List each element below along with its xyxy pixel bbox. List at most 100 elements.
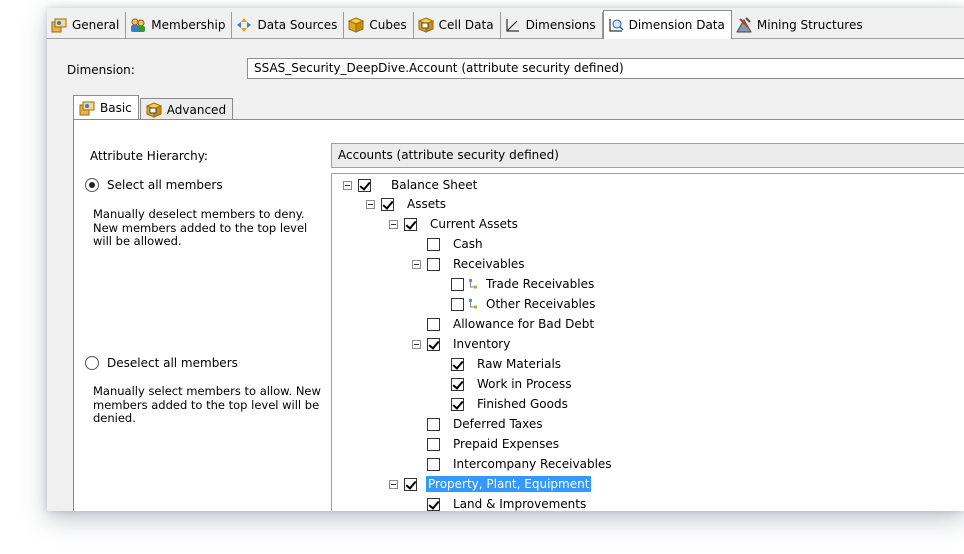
tree-node[interactable]: Inventory xyxy=(412,335,512,353)
tree-node-label: Land & Improvements xyxy=(453,497,587,511)
cell-data-icon xyxy=(417,17,434,33)
member-checkbox[interactable] xyxy=(427,257,440,271)
mining-structures-icon xyxy=(736,17,752,33)
tree-node-label: Deferred Taxes xyxy=(453,417,543,431)
tree-node-label: Raw Materials xyxy=(477,357,562,371)
tree-node[interactable]: Property, Plant, Equipment xyxy=(389,475,592,493)
member-checkbox[interactable] xyxy=(427,317,440,331)
tree-node[interactable]: Finished Goods xyxy=(436,395,570,413)
member-checkbox[interactable] xyxy=(451,277,464,291)
member-checkbox[interactable] xyxy=(451,297,464,311)
tab-label: Data Sources xyxy=(257,18,338,32)
cube-icon xyxy=(348,17,365,33)
tab-cell-data[interactable]: Cell Data xyxy=(414,12,501,38)
general-icon xyxy=(51,18,67,33)
deselect-all-radio[interactable] xyxy=(85,356,99,370)
tree-node[interactable]: Current Assets xyxy=(389,215,520,233)
collapse-icon[interactable] xyxy=(412,259,421,269)
tab-label: Cubes xyxy=(369,18,407,32)
tree-node[interactable]: Balance Sheet xyxy=(343,176,479,194)
tree-node[interactable]: Prepaid Expenses xyxy=(412,435,561,453)
data-sources-icon xyxy=(237,18,252,32)
member-checkbox[interactable] xyxy=(358,178,371,192)
tree-node[interactable]: Work in Process xyxy=(436,375,573,393)
dimension-data-icon xyxy=(609,19,624,32)
tab-label: General xyxy=(72,18,120,32)
tree-node-label: Work in Process xyxy=(477,377,572,391)
collapse-icon[interactable] xyxy=(343,180,352,190)
tab-cubes[interactable]: Cubes xyxy=(344,12,414,38)
general-icon xyxy=(79,101,95,116)
member-checkbox[interactable] xyxy=(451,357,464,371)
leaf-member-icon xyxy=(469,299,477,309)
deselect-all-option[interactable]: Deselect all members xyxy=(85,356,238,370)
tree-node-label: Assets xyxy=(407,197,447,211)
tree-node-label: Cash xyxy=(453,237,483,251)
tab-general[interactable]: General xyxy=(47,12,127,38)
tree-node[interactable]: Assets xyxy=(366,195,448,213)
tab-membership[interactable]: Membership xyxy=(126,12,233,38)
attribute-hierarchy-label: Attribute Hierarchy: xyxy=(90,149,208,163)
member-checkbox[interactable] xyxy=(427,337,440,351)
tree-node-label-selected: Property, Plant, Equipment xyxy=(426,476,592,492)
role-designer-window: General Membership Data Sources Cubes Ce… xyxy=(47,8,964,511)
tab-label: Dimensions xyxy=(525,18,596,32)
member-checkbox[interactable] xyxy=(427,237,440,251)
tree-node[interactable]: Other Receivables xyxy=(436,295,597,313)
dimension-label: Dimension: xyxy=(67,63,135,77)
member-checkbox[interactable] xyxy=(451,397,464,411)
tree-node[interactable]: Allowance for Bad Debt xyxy=(412,315,596,333)
tree-node[interactable]: Raw Materials xyxy=(436,355,563,373)
collapse-icon[interactable] xyxy=(389,479,398,489)
dimensions-icon xyxy=(505,19,519,32)
tab-dimension-data[interactable]: Dimension Data xyxy=(602,10,732,39)
attribute-hierarchy-select[interactable]: Accounts (attribute security defined) xyxy=(331,143,964,168)
member-tree[interactable]: Balance Sheet Assets Current Assets Cash… xyxy=(331,173,964,511)
member-checkbox[interactable] xyxy=(427,457,440,471)
tree-node-label: Intercompany Receivables xyxy=(453,457,612,471)
tab-label: Advanced xyxy=(166,102,227,117)
tree-node[interactable]: Receivables xyxy=(412,255,527,273)
tab-dimensions[interactable]: Dimensions xyxy=(501,12,603,38)
leaf-member-icon xyxy=(469,279,477,289)
tree-node[interactable]: Trade Receivables xyxy=(436,275,596,293)
tab-advanced[interactable]: Advanced xyxy=(139,98,234,120)
tree-node-label: Receivables xyxy=(453,257,525,271)
collapse-icon[interactable] xyxy=(366,199,375,209)
deselect-all-label: Deselect all members xyxy=(107,356,238,370)
designer-tab-bar: General Membership Data Sources Cubes Ce… xyxy=(47,8,964,39)
select-all-label: Select all members xyxy=(107,178,223,192)
tree-node[interactable]: Land & Improvements xyxy=(412,495,588,511)
tab-label: Dimension Data xyxy=(628,18,725,32)
member-checkbox[interactable] xyxy=(381,197,394,211)
select-all-option[interactable]: Select all members xyxy=(85,178,223,192)
tree-node-label: Inventory xyxy=(453,337,511,351)
tree-node[interactable]: Deferred Taxes xyxy=(412,415,545,433)
member-checkbox[interactable] xyxy=(427,417,440,431)
member-checkbox[interactable] xyxy=(427,497,440,511)
tree-node-label: Prepaid Expenses xyxy=(453,437,559,451)
cell-data-icon xyxy=(145,101,162,118)
tab-mining-structures[interactable]: Mining Structures xyxy=(732,12,869,38)
tab-label: Mining Structures xyxy=(756,18,863,32)
select-all-description: Manually deselect members to deny. New m… xyxy=(93,207,308,248)
tree-node-label: Finished Goods xyxy=(477,397,568,411)
tree-node-label: Balance Sheet xyxy=(391,178,478,192)
tab-label: Basic xyxy=(100,101,132,115)
tree-node[interactable]: Intercompany Receivables xyxy=(412,455,614,473)
select-all-radio[interactable] xyxy=(85,178,99,192)
member-checkbox[interactable] xyxy=(404,217,417,231)
tree-node-label: Current Assets xyxy=(430,217,518,231)
member-checkbox[interactable] xyxy=(427,437,440,451)
dimension-field[interactable]: SSAS_Security_DeepDive.Account (attribut… xyxy=(247,58,964,79)
tab-data-sources[interactable]: Data Sources xyxy=(232,12,345,38)
member-checkbox[interactable] xyxy=(451,377,464,391)
collapse-icon[interactable] xyxy=(412,339,421,349)
membership-icon xyxy=(131,18,146,32)
tree-node-label: Other Receivables xyxy=(486,297,596,311)
member-checkbox[interactable] xyxy=(404,477,417,491)
tree-node-label: Allowance for Bad Debt xyxy=(453,317,595,331)
collapse-icon[interactable] xyxy=(389,219,398,229)
tab-basic[interactable]: Basic xyxy=(73,95,139,120)
tree-node[interactable]: Cash xyxy=(412,235,485,253)
